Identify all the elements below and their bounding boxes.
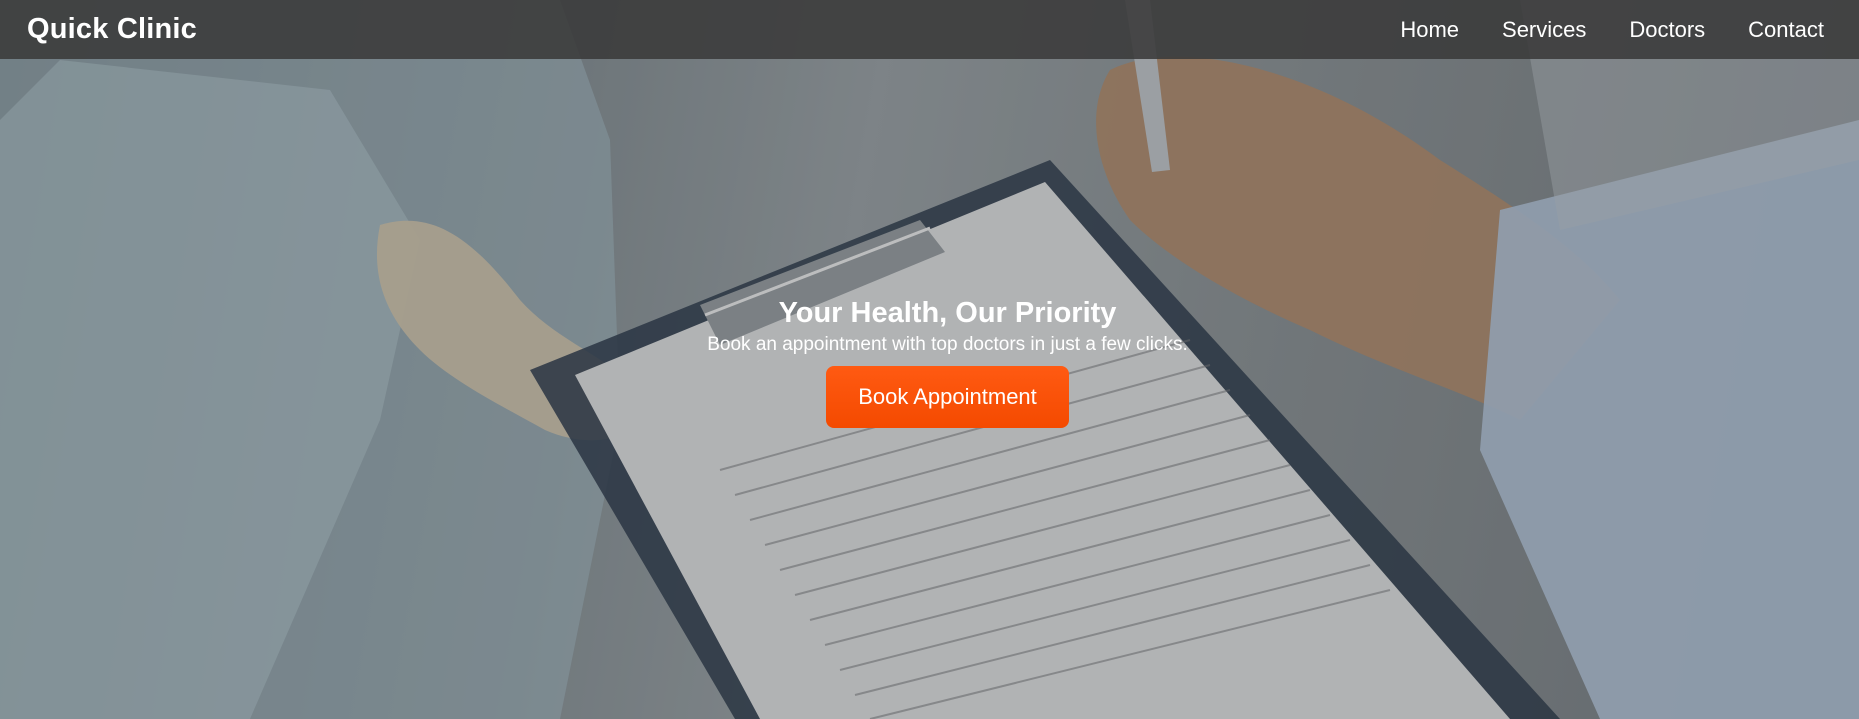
navbar: Quick Clinic Home Services Doctors Conta… <box>0 0 1859 59</box>
nav-link-doctors[interactable]: Doctors <box>1629 17 1705 43</box>
hero-section: Quick Clinic Home Services Doctors Conta… <box>0 0 1859 719</box>
nav-link-home[interactable]: Home <box>1400 17 1459 43</box>
main-navigation: Home Services Doctors Contact <box>1400 17 1824 43</box>
nav-link-contact[interactable]: Contact <box>1748 17 1824 43</box>
nav-link-services[interactable]: Services <box>1502 17 1586 43</box>
book-appointment-button[interactable]: Book Appointment <box>826 366 1069 428</box>
site-logo[interactable]: Quick Clinic <box>27 13 197 46</box>
hero-content: Your Health, Our Priority Book an appoin… <box>0 293 1859 428</box>
hero-subtitle: Book an appointment with top doctors in … <box>707 334 1188 355</box>
hero-title: Your Health, Our Priority <box>778 297 1117 329</box>
